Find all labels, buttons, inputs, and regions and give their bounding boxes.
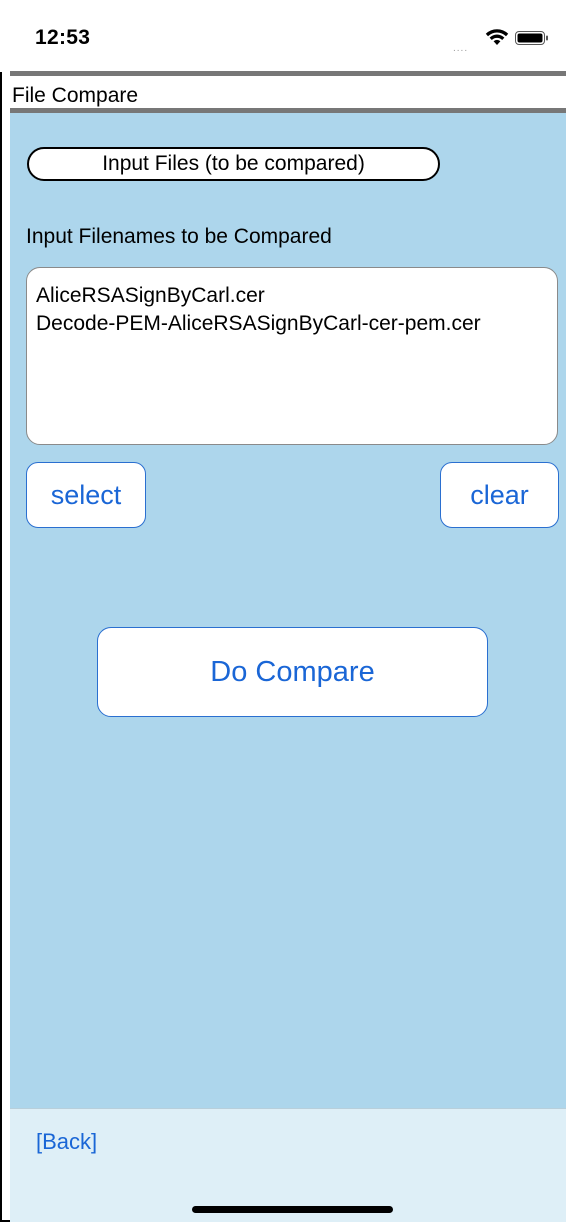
- main-content: Input Files (to be compared) Input Filen…: [10, 113, 566, 1108]
- battery-icon: [515, 31, 548, 45]
- filenames-label: Input Filenames to be Compared: [26, 225, 332, 248]
- page-title: File Compare: [12, 84, 139, 107]
- filename-item: Decode-PEM-AliceRSASignByCarl-cer-pem.ce…: [36, 312, 481, 335]
- signal-icon: ....: [453, 43, 469, 54]
- filename-item: AliceRSASignByCarl.cer: [36, 284, 265, 307]
- footer-bar: [Back]: [10, 1108, 566, 1222]
- back-link[interactable]: [Back]: [36, 1129, 97, 1155]
- home-indicator[interactable]: [192, 1206, 393, 1213]
- title-bar: File Compare: [10, 71, 566, 113]
- filenames-textarea[interactable]: AliceRSASignByCarl.cer Decode-PEM-AliceR…: [26, 267, 558, 445]
- status-time: 12:53: [35, 26, 91, 49]
- input-files-button[interactable]: Input Files (to be compared): [27, 147, 440, 181]
- select-button[interactable]: select: [26, 462, 146, 528]
- status-bar: 12:53 ....: [0, 0, 566, 72]
- wifi-icon: [485, 29, 509, 45]
- do-compare-button[interactable]: Do Compare: [97, 627, 488, 717]
- clear-button[interactable]: clear: [440, 462, 559, 528]
